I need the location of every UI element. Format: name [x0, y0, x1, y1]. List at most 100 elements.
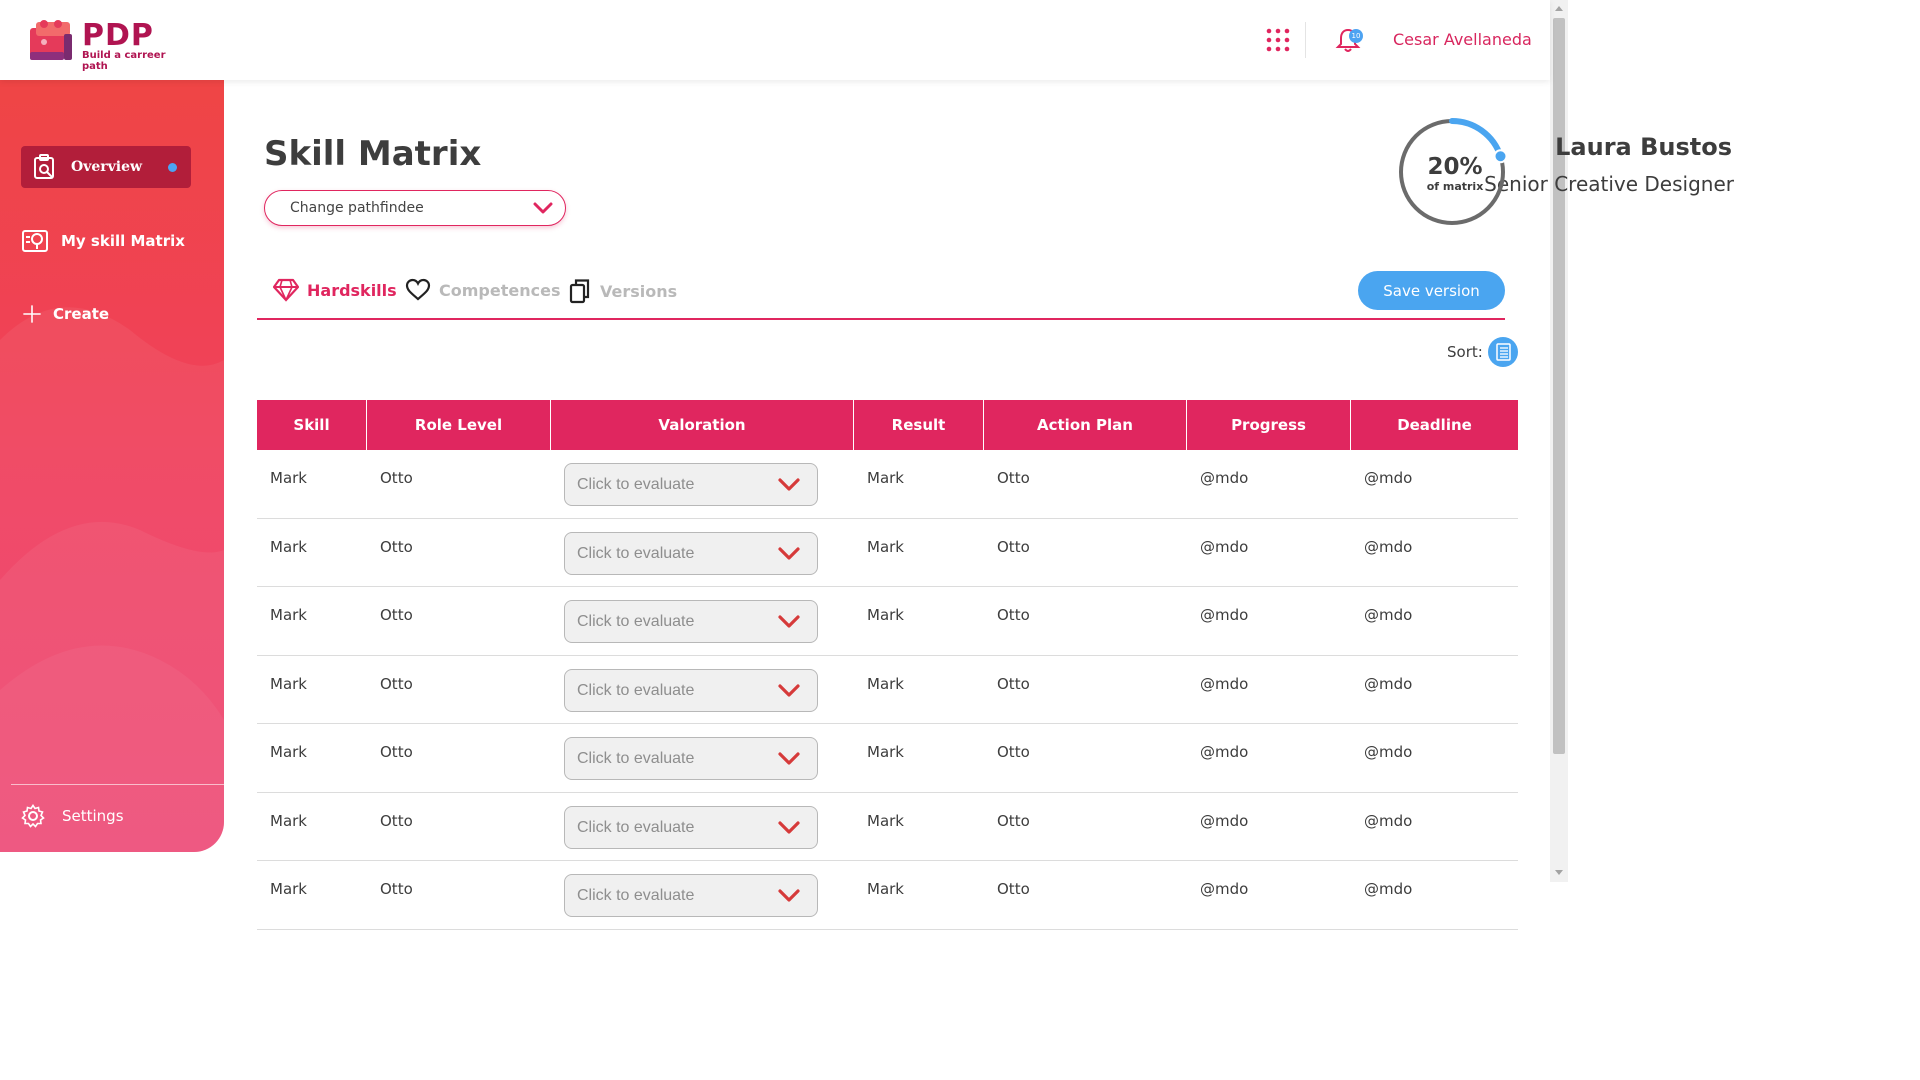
gear-icon	[21, 804, 45, 828]
sort-button[interactable]	[1488, 337, 1518, 367]
column-header-deadline[interactable]: Deadline	[1351, 400, 1518, 450]
chevron-down-icon	[778, 889, 800, 902]
column-header-result[interactable]: Result	[854, 400, 984, 450]
sort-label: Sort:	[1447, 343, 1483, 361]
plus-icon	[23, 305, 41, 323]
evaluate-dropdown[interactable]: Click to evaluate	[564, 874, 818, 917]
pathfindee-select-label: Change pathfindee	[290, 200, 424, 216]
progress-cell: @mdo	[1200, 674, 1249, 693]
evaluate-dropdown-label: Click to evaluate	[577, 681, 695, 699]
diamond-icon	[273, 278, 299, 302]
scroll-down-arrow-icon[interactable]	[1555, 870, 1563, 875]
tab-competences[interactable]: Competences	[405, 278, 560, 302]
skill-cell: Mark	[270, 537, 307, 556]
role-level-cell: Otto	[380, 674, 413, 693]
user-name[interactable]: Cesar Avellaneda	[1393, 30, 1532, 49]
sidebar-item-create[interactable]: Create	[21, 293, 109, 335]
evaluate-dropdown[interactable]: Click to evaluate	[564, 737, 818, 780]
role-level-cell: Otto	[380, 606, 413, 624]
sidebar-item-my-skill-matrix[interactable]: My skill Matrix	[21, 220, 185, 262]
progress-cell: @mdo	[1200, 743, 1249, 761]
chevron-down-icon	[778, 478, 800, 491]
skill-matrix-table: Skill Role Level Valoration Result Actio…	[257, 400, 1518, 930]
logo-cube-icon	[30, 20, 72, 60]
scroll-up-arrow-icon[interactable]	[1555, 6, 1563, 11]
column-header-valoration[interactable]: Valoration	[551, 400, 854, 450]
change-pathfindee-select[interactable]: Change pathfindee	[264, 190, 566, 226]
skill-cell: Mark	[270, 743, 307, 761]
action-plan-cell: Otto	[997, 537, 1030, 556]
settings-label: Settings	[62, 807, 124, 825]
tab-versions[interactable]: Versions	[568, 278, 677, 304]
role-level-cell: Otto	[380, 469, 413, 487]
progress-cell: @mdo	[1200, 880, 1249, 898]
action-plan-cell: Otto	[997, 674, 1030, 693]
table-row: Mark Otto Click to evaluate Mark Otto @mdo @md…	[257, 519, 1518, 587]
pdp-logo[interactable]: PDP Build a carreer path	[26, 14, 176, 72]
action-plan-cell: Otto	[997, 811, 1030, 830]
overview-icon	[34, 154, 54, 179]
table-row: Mark Otto Click to evaluate Mark Otto @mdo @md…	[257, 587, 1518, 656]
chevron-down-icon	[778, 820, 800, 834]
role-level-cell: Otto	[380, 811, 413, 830]
valoration-cell: Click to evaluate	[551, 861, 854, 929]
chevron-down-icon	[533, 202, 553, 214]
evaluate-dropdown[interactable]: Click to evaluate	[564, 531, 818, 575]
valoration-cell: Click to evaluate	[551, 519, 854, 587]
chevron-down-icon	[778, 546, 800, 560]
action-plan-cell: Otto	[997, 606, 1030, 624]
tab-hardskills[interactable]: Hardskills	[273, 278, 397, 302]
column-header-role-level[interactable]: Role Level	[367, 400, 551, 450]
progress-cell: @mdo	[1200, 606, 1249, 624]
progress-percent: 20%	[1427, 154, 1483, 180]
chevron-down-icon	[778, 615, 800, 628]
sidebar-item-label: Create	[53, 305, 110, 323]
evaluate-dropdown-label: Click to evaluate	[577, 544, 695, 562]
progress-cell: @mdo	[1200, 537, 1249, 556]
apps-grid-icon[interactable]	[1266, 28, 1290, 52]
deadline-cell: @mdo	[1364, 880, 1413, 898]
active-indicator-dot	[168, 162, 178, 172]
deadline-cell: @mdo	[1364, 537, 1413, 556]
evaluate-dropdown[interactable]: Click to evaluate	[564, 668, 818, 712]
evaluate-dropdown[interactable]: Click to evaluate	[564, 600, 818, 643]
result-cell: Mark	[867, 674, 904, 693]
scroll-thumb[interactable]	[1553, 18, 1565, 754]
sidebar-item-label: Overview	[71, 159, 143, 175]
save-version-button[interactable]: Save version	[1358, 271, 1505, 310]
deadline-cell: @mdo	[1364, 743, 1413, 761]
action-plan-cell: Otto	[997, 743, 1030, 761]
table-row: Mark Otto Click to evaluate Mark Otto @mdo @md…	[257, 793, 1518, 861]
evaluate-dropdown[interactable]: Click to evaluate	[564, 805, 818, 849]
table-row: Mark Otto Click to evaluate Mark Otto @mdo @md…	[257, 861, 1518, 930]
heart-icon	[405, 278, 431, 301]
list-sort-icon	[1496, 343, 1511, 361]
topbar-divider	[1305, 22, 1306, 58]
column-header-action-plan[interactable]: Action Plan	[984, 400, 1187, 450]
progress-caption: of matrix	[1426, 180, 1484, 193]
tab-label: Hardskills	[307, 280, 397, 300]
sidebar-item-settings[interactable]: Settings	[21, 804, 124, 828]
sidebar-item-overview[interactable]: Overview	[21, 146, 191, 188]
column-header-progress[interactable]: Progress	[1187, 400, 1351, 450]
evaluate-dropdown[interactable]: Click to evaluate	[564, 463, 818, 506]
action-plan-cell: Otto	[997, 880, 1030, 898]
progress-cell: @mdo	[1200, 469, 1249, 487]
pathfindee-name: Laura Bustos	[1555, 133, 1732, 161]
top-bar: PDP Build a carreer path 10 Cesar Avella…	[0, 0, 1550, 80]
result-cell: Mark	[867, 537, 904, 556]
result-cell: Mark	[867, 811, 904, 830]
deadline-cell: @mdo	[1364, 606, 1413, 624]
table-body: Mark Otto Click to evaluate Mark Otto @mdo @md…	[257, 450, 1518, 930]
evaluate-dropdown-label: Click to evaluate	[577, 750, 695, 767]
copy-icon	[569, 279, 590, 304]
sidebar-item-label: My skill Matrix	[61, 232, 185, 250]
sidebar-divider	[11, 784, 224, 785]
column-header-skill[interactable]: Skill	[257, 400, 367, 450]
evaluate-dropdown-label: Click to evaluate	[577, 613, 695, 630]
deadline-cell: @mdo	[1364, 674, 1413, 693]
skill-matrix-icon	[22, 230, 48, 252]
table-row: Mark Otto Click to evaluate Mark Otto @mdo @md…	[257, 724, 1518, 793]
valoration-cell: Click to evaluate	[551, 793, 854, 861]
evaluate-dropdown-label: Click to evaluate	[577, 818, 695, 836]
